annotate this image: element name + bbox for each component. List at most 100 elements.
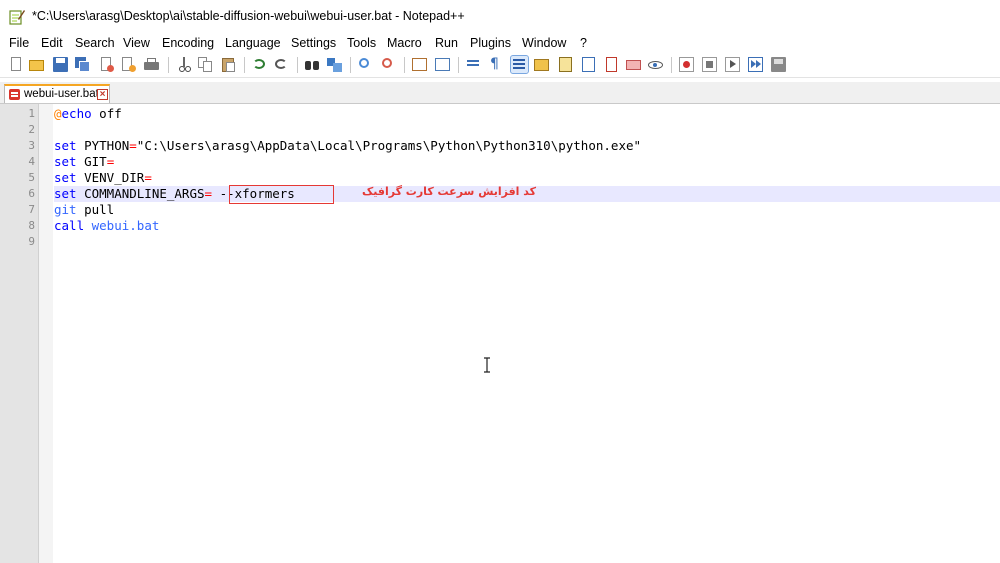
eye-icon[interactable] bbox=[647, 56, 664, 73]
print-icon[interactable] bbox=[143, 56, 160, 73]
code-line-2[interactable] bbox=[54, 122, 1000, 138]
line-number: 6 bbox=[28, 187, 35, 200]
code-line-9[interactable] bbox=[54, 234, 1000, 250]
save-all-icon[interactable] bbox=[74, 56, 91, 73]
undo-icon[interactable] bbox=[251, 56, 268, 73]
toolbar-separator bbox=[168, 57, 169, 73]
sync-vertical-icon[interactable] bbox=[411, 56, 428, 73]
menu-run[interactable]: Run bbox=[435, 36, 458, 50]
notepad-plus-plus-window: *C:\Users\arasg\Desktop\ai\stable-diffus… bbox=[0, 0, 1000, 563]
zoom-in-icon[interactable] bbox=[357, 56, 374, 73]
menu-encoding[interactable]: Encoding bbox=[162, 36, 214, 50]
menu-edit[interactable]: Edit bbox=[41, 36, 63, 50]
window-title: *C:\Users\arasg\Desktop\ai\stable-diffus… bbox=[32, 9, 465, 23]
copy-icon[interactable] bbox=[197, 56, 214, 73]
code-line-7[interactable]: git pull bbox=[54, 202, 1000, 218]
close-tab-icon[interactable]: × bbox=[97, 89, 108, 100]
code-token: @ bbox=[54, 106, 62, 121]
folder-as-workspace-icon[interactable] bbox=[603, 56, 620, 73]
save-icon[interactable] bbox=[52, 56, 69, 73]
zoom-out-icon[interactable] bbox=[380, 56, 397, 73]
code-token: set bbox=[54, 186, 77, 201]
code-line-3[interactable]: set PYTHON="C:\Users\arasg\AppData\Local… bbox=[54, 138, 1000, 154]
code-token: echo bbox=[61, 106, 92, 121]
code-token: webui.bat bbox=[84, 218, 160, 233]
menu-macro[interactable]: Macro bbox=[387, 36, 422, 50]
code-token: git bbox=[54, 202, 77, 217]
toolbar-separator bbox=[350, 57, 351, 73]
annotation-text: کد افزایش سرعت کارت گرافیک bbox=[362, 185, 537, 198]
line-number: 4 bbox=[28, 155, 35, 168]
code-text[interactable]: @echo off set PYTHON="C:\Users\arasg\App… bbox=[54, 104, 1000, 563]
tab-bar: webui-user.bat × bbox=[0, 82, 1000, 104]
code-line-1[interactable]: @echo off bbox=[54, 106, 1000, 122]
line-number: 7 bbox=[28, 203, 35, 216]
toolbar-separator bbox=[458, 57, 459, 73]
code-token: = bbox=[106, 154, 115, 169]
text-cursor-ibeam-icon bbox=[484, 357, 490, 373]
menu-window[interactable]: Window bbox=[522, 36, 566, 50]
tab-label: webui-user.bat bbox=[24, 88, 99, 100]
menu-plugins[interactable]: Plugins bbox=[470, 36, 511, 50]
line-number: 2 bbox=[28, 123, 35, 136]
menu-search[interactable]: Search bbox=[75, 36, 115, 50]
close-icon[interactable] bbox=[98, 56, 115, 73]
menu-tools[interactable]: Tools bbox=[347, 36, 376, 50]
paste-icon[interactable] bbox=[220, 56, 237, 73]
toolbar-separator bbox=[297, 57, 298, 73]
menu-view[interactable]: View bbox=[123, 36, 150, 50]
title-bar[interactable]: *C:\Users\arasg\Desktop\ai\stable-diffus… bbox=[0, 0, 1000, 33]
editor-area[interactable]: 1 2 3 4 5 6 7 8 9 @echo off set PYTHON="… bbox=[0, 104, 1000, 563]
code-line-8[interactable]: call webui.bat bbox=[54, 218, 1000, 234]
line-number-gutter: 1 2 3 4 5 6 7 8 9 bbox=[0, 104, 39, 563]
tab-webui-user-bat[interactable]: webui-user.bat × bbox=[4, 84, 110, 103]
show-all-chars-icon[interactable]: ¶ bbox=[486, 56, 503, 73]
record-macro-icon[interactable] bbox=[678, 56, 695, 73]
open-file-icon[interactable] bbox=[28, 56, 45, 73]
stop-macro-icon[interactable] bbox=[701, 56, 718, 73]
code-token: GIT bbox=[76, 154, 107, 169]
new-file-icon[interactable] bbox=[8, 56, 25, 73]
function-list-icon[interactable] bbox=[580, 56, 597, 73]
line-number: 8 bbox=[28, 219, 35, 232]
code-line-5[interactable]: set VENV_DIR= bbox=[54, 170, 1000, 186]
run-macro-multiple-icon[interactable] bbox=[747, 56, 764, 73]
code-token: pull bbox=[76, 202, 115, 217]
line-number: 5 bbox=[28, 171, 35, 184]
toolbar-separator bbox=[244, 57, 245, 73]
code-token: VENV_DIR bbox=[76, 170, 145, 185]
menu-help[interactable]: ? bbox=[580, 36, 587, 50]
code-token: call bbox=[54, 218, 85, 233]
menu-bar: File Edit Search View Encoding Language … bbox=[0, 33, 1000, 53]
cut-icon[interactable] bbox=[175, 56, 192, 73]
menu-language[interactable]: Language bbox=[225, 36, 281, 50]
highlight-box bbox=[229, 185, 334, 204]
menu-file[interactable]: File bbox=[9, 36, 29, 50]
code-token: set bbox=[54, 138, 77, 153]
menu-settings[interactable]: Settings bbox=[291, 36, 336, 50]
code-token: COMMANDLINE_ARGS bbox=[76, 186, 205, 201]
find-icon[interactable] bbox=[304, 56, 321, 73]
monitor-icon[interactable] bbox=[625, 56, 642, 73]
word-wrap-icon[interactable] bbox=[465, 56, 482, 73]
line-number: 1 bbox=[28, 107, 35, 120]
sync-horizontal-icon[interactable] bbox=[434, 56, 451, 73]
code-token: = bbox=[144, 170, 152, 185]
unsaved-file-icon bbox=[9, 89, 20, 100]
doc-map-icon[interactable] bbox=[557, 56, 574, 73]
replace-icon[interactable] bbox=[326, 56, 343, 73]
close-all-icon[interactable] bbox=[120, 56, 137, 73]
redo-icon[interactable] bbox=[273, 56, 290, 73]
code-token: set bbox=[54, 154, 77, 169]
code-token: PYTHON bbox=[76, 138, 130, 153]
fold-margin[interactable] bbox=[39, 104, 53, 563]
save-macro-icon[interactable] bbox=[770, 56, 787, 73]
code-token: "C:\Users\arasg\AppData\Local\Programs\P… bbox=[136, 138, 642, 153]
play-macro-icon[interactable] bbox=[724, 56, 741, 73]
udl-icon[interactable] bbox=[533, 56, 550, 73]
indent-guide-icon[interactable] bbox=[510, 55, 529, 74]
toolbar-separator bbox=[404, 57, 405, 73]
toolbar-separator bbox=[671, 57, 672, 73]
code-line-4[interactable]: set GIT= bbox=[54, 154, 1000, 170]
code-token: off bbox=[91, 106, 122, 121]
